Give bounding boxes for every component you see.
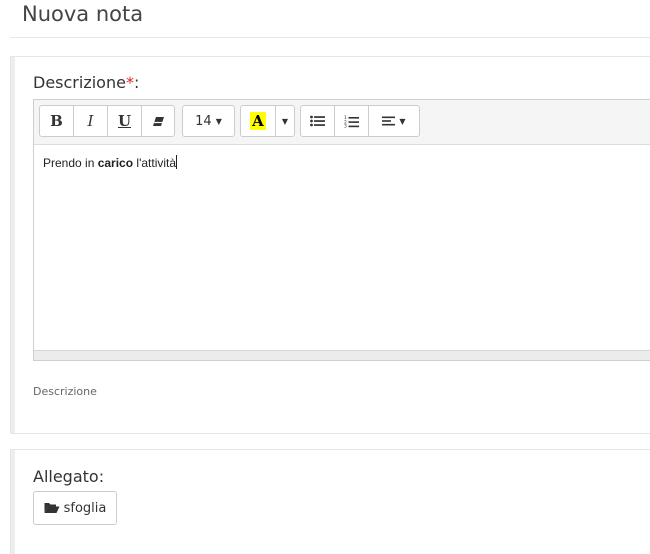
description-card: Descrizione*: B I U 14 ▼ A ▼ 1 2 3 ▼ Pre… (10, 56, 650, 434)
browse-label: sfoglia (63, 500, 107, 516)
list-ol-icon: 1 2 3 (344, 115, 359, 128)
highlight-group: A ▼ (240, 105, 295, 137)
text-cursor (176, 155, 178, 169)
attachment-label: Allegato: (33, 467, 105, 486)
rich-text-editor: B I U 14 ▼ A ▼ 1 2 3 ▼ Prendo in carico … (33, 99, 650, 361)
ordered-list-button[interactable]: 1 2 3 (334, 105, 369, 137)
style-button-group: B I U (39, 105, 175, 137)
page-title: Nuova nota (22, 2, 144, 26)
clear-format-button[interactable] (141, 105, 175, 137)
svg-text:3: 3 (344, 123, 347, 127)
bold-text: carico (97, 156, 134, 170)
editor-content[interactable]: Prendo in carico l'attività (43, 155, 178, 170)
list-ul-icon (310, 115, 325, 127)
align-left-icon (382, 116, 396, 126)
caret-down-icon: ▼ (399, 116, 406, 126)
browse-button[interactable]: sfoglia (33, 491, 117, 525)
highlight-color-dropdown[interactable]: ▼ (275, 105, 295, 137)
font-size-dropdown[interactable]: 14 ▼ (182, 105, 235, 137)
font-size-group: 14 ▼ (182, 105, 235, 137)
required-asterisk: * (125, 73, 134, 92)
attachment-card: Allegato: sfoglia (10, 449, 650, 554)
caret-down-icon: ▼ (215, 116, 222, 126)
unordered-list-button[interactable] (300, 105, 335, 137)
align-dropdown[interactable]: ▼ (368, 105, 420, 137)
editor-toolbar: B I U 14 ▼ A ▼ 1 2 3 ▼ (34, 100, 650, 145)
underline-button[interactable]: U (107, 105, 142, 137)
caret-down-icon: ▼ (281, 116, 289, 126)
highlight-color-button[interactable]: A (240, 105, 276, 137)
folder-open-icon (44, 503, 60, 513)
list-align-group: 1 2 3 ▼ (300, 105, 420, 137)
description-help-text: Descrizione (33, 385, 97, 398)
italic-button[interactable]: I (73, 105, 108, 137)
title-divider (10, 37, 650, 38)
description-label: Descrizione*: (33, 73, 140, 92)
editor-resize-bar[interactable] (34, 350, 650, 360)
bold-button[interactable]: B (39, 105, 74, 137)
eraser-icon (152, 116, 164, 126)
